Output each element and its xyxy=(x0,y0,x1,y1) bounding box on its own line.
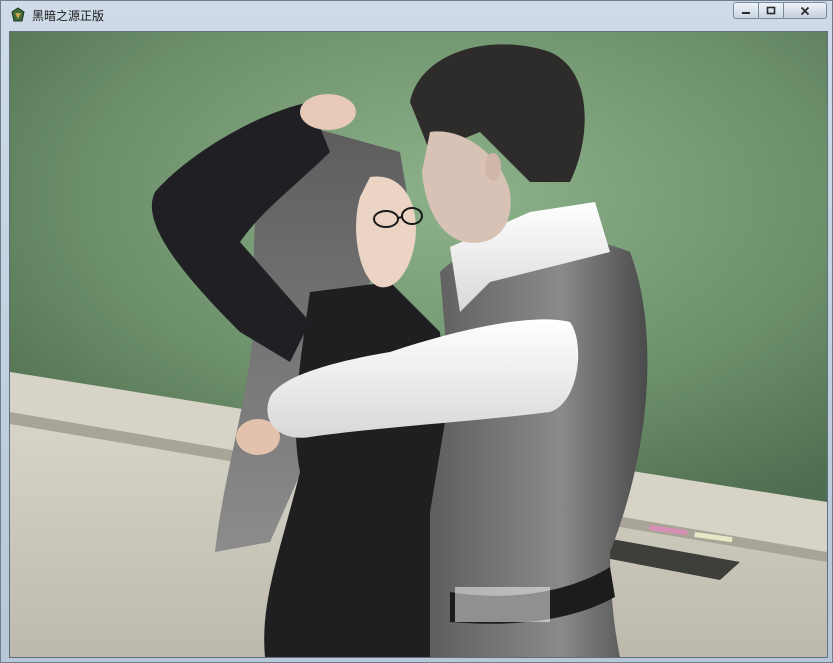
close-button[interactable] xyxy=(783,2,827,19)
maximize-icon xyxy=(766,6,776,15)
game-scene xyxy=(10,32,827,657)
window-controls xyxy=(733,2,827,20)
maximize-button[interactable] xyxy=(758,2,784,19)
watermark-blur xyxy=(455,587,550,622)
title-bar[interactable]: 黑暗之源正版 xyxy=(1,1,832,29)
game-window: 黑暗之源正版 xyxy=(0,0,833,663)
window-title: 黑暗之源正版 xyxy=(32,9,105,23)
woman-hand xyxy=(300,94,356,130)
minimize-button[interactable] xyxy=(733,2,759,19)
app-icon xyxy=(11,7,25,22)
game-viewport[interactable] xyxy=(9,31,828,658)
close-icon xyxy=(800,6,810,15)
minimize-icon xyxy=(742,11,750,14)
man-ear xyxy=(485,153,501,181)
